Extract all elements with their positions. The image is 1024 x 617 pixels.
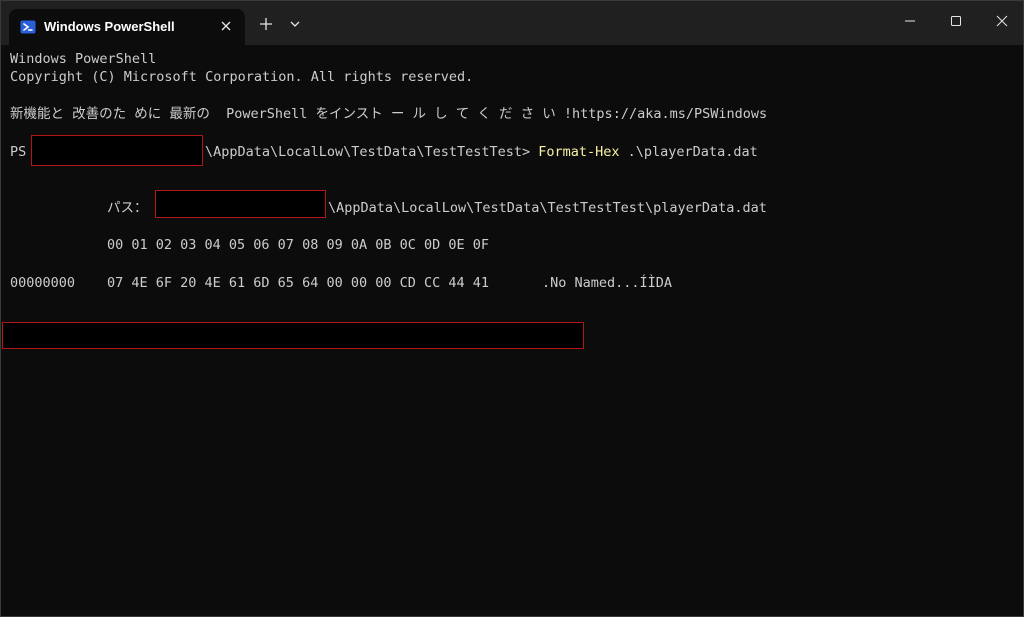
plus-icon[interactable] [256,14,276,34]
chevron-down-icon[interactable] [287,16,303,32]
tab-title: Windows PowerShell [44,19,175,34]
path-value: \AppData\LocalLow\TestData\TestTestTest\… [328,200,767,216]
minimize-icon [905,20,915,22]
redacted-prompt-line [2,322,584,349]
command-line: \AppData\LocalLow\TestData\TestTestTest>… [205,143,758,161]
maximize-icon [951,16,961,26]
redacted-path [155,190,326,218]
path-label: パス： [107,200,148,216]
hex-row-ascii: .No Named...ÍÌDA [542,275,673,291]
redacted-username [31,135,203,166]
close-window-button[interactable] [979,1,1024,41]
close-icon [996,15,1008,27]
banner-title: Windows PowerShell [10,51,157,67]
powershell-icon [20,19,36,35]
prompt-prefix: PS [10,144,27,160]
tab-windows-powershell[interactable]: Windows PowerShell [9,9,245,45]
maximize-button[interactable] [933,1,979,41]
hex-row-bytes: 07 4E 6F 20 4E 61 6D 65 64 00 00 00 CD C… [107,275,490,291]
banner-update-notice: 新機能と 改善のた めに 最新の PowerShell をインスト ー ル し … [10,106,768,122]
hex-column-header: 00 01 02 03 04 05 06 07 08 09 0A 0B 0C 0… [107,237,490,253]
prompt-path: \AppData\LocalLow\TestData\TestTestTest> [205,144,531,160]
minimize-button[interactable] [887,1,933,41]
terminal-window: Windows PowerShell Windows PowerShell Co… [0,0,1024,617]
command-name: Format-Hex [538,144,620,160]
banner-copyright: Copyright (C) Microsoft Corporation. All… [10,69,474,85]
command-argument: .\playerData.dat [619,144,758,160]
hex-row-offset: 00000000 [10,275,76,291]
terminal-output[interactable]: Windows PowerShell Copyright (C) Microso… [1,45,1023,616]
title-bar[interactable]: Windows PowerShell [1,1,1023,45]
close-icon[interactable] [215,15,237,37]
